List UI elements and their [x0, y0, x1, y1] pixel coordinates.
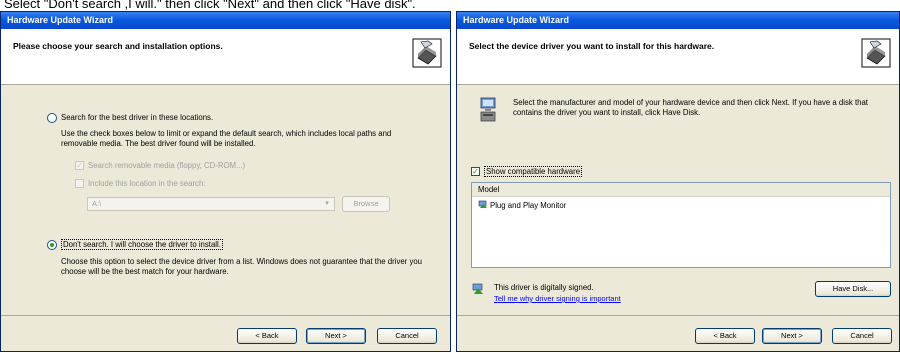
dont-search-label[interactable]: Don't search. I will choose the driver t…	[61, 239, 223, 250]
select-driver-instructions: Select the manufacturer and model of you…	[513, 98, 868, 117]
include-location-checkbox[interactable]	[75, 179, 84, 188]
hardware-wizard-icon	[861, 38, 891, 68]
right-wizard-body: Select the manufacturer and model of you…	[457, 86, 899, 315]
next-button[interactable]: Next >	[306, 328, 366, 344]
right-header-title: Select the device driver you want to ins…	[469, 41, 715, 51]
left-wizard-window: Hardware Update Wizard Please choose you…	[0, 11, 451, 352]
driver-signing-link[interactable]: Tell me why driver signing is important	[494, 294, 621, 303]
right-wizard-header: Select the device driver you want to ins…	[457, 29, 899, 85]
signed-driver-icon	[478, 200, 487, 208]
hardware-wizard-icon	[412, 38, 442, 68]
left-wizard-body: Search for the best driver in these loca…	[1, 86, 450, 315]
search-removable-media-checkbox[interactable]: ✓	[75, 161, 84, 170]
location-combobox[interactable]: A:\ ▾	[87, 197, 335, 211]
signed-driver-icon	[472, 283, 483, 294]
chevron-down-icon[interactable]: ▾	[322, 199, 332, 209]
instruction-caption: Select "Don't search ,I will." then clic…	[4, 0, 416, 11]
dont-search-radio[interactable]	[47, 240, 57, 250]
left-header-title: Please choose your search and installati…	[13, 41, 223, 51]
right-wizard-window: Hardware Update Wizard Select the device…	[456, 11, 900, 352]
back-button[interactable]: < Back	[237, 328, 297, 344]
search-best-driver-label[interactable]: Search for the best driver in these loca…	[61, 113, 213, 122]
left-wizard-header: Please choose your search and installati…	[1, 29, 450, 85]
left-title-bar[interactable]: Hardware Update Wizard	[1, 12, 450, 29]
right-wizard-footer: < Back Next > Cancel	[457, 315, 899, 351]
back-button[interactable]: < Back	[695, 328, 755, 344]
cancel-button[interactable]: Cancel	[832, 328, 892, 344]
model-item-label: Plug and Play Monitor	[490, 201, 567, 210]
monitor-device-icon	[480, 97, 496, 122]
dont-search-description: Choose this option to select the device …	[61, 257, 423, 276]
show-compatible-label[interactable]: Show compatible hardware	[484, 166, 583, 177]
location-combobox-value: A:\	[92, 199, 102, 208]
search-description: Use the check boxes below to limit or ex…	[61, 129, 392, 148]
model-column-header[interactable]: Model	[472, 183, 890, 197]
search-best-driver-radio[interactable]	[47, 113, 57, 123]
cancel-button[interactable]: Cancel	[377, 328, 437, 344]
browse-button[interactable]: Browse	[342, 196, 390, 212]
show-compatible-checkbox[interactable]: ✓	[471, 167, 480, 176]
signed-driver-text: This driver is digitally signed.	[494, 283, 594, 292]
right-title-bar[interactable]: Hardware Update Wizard	[457, 12, 899, 29]
model-list[interactable]: Model Plug and Play Monitor	[471, 182, 891, 268]
have-disk-button[interactable]: Have Disk...	[815, 281, 891, 297]
list-item[interactable]: Plug and Play Monitor	[478, 200, 566, 210]
search-removable-media-label[interactable]: Search removable media (floppy, CD-ROM..…	[88, 161, 245, 170]
include-location-label[interactable]: Include this location in the search:	[88, 179, 205, 188]
left-wizard-footer: < Back Next > Cancel	[1, 315, 450, 351]
next-button[interactable]: Next >	[762, 328, 822, 344]
